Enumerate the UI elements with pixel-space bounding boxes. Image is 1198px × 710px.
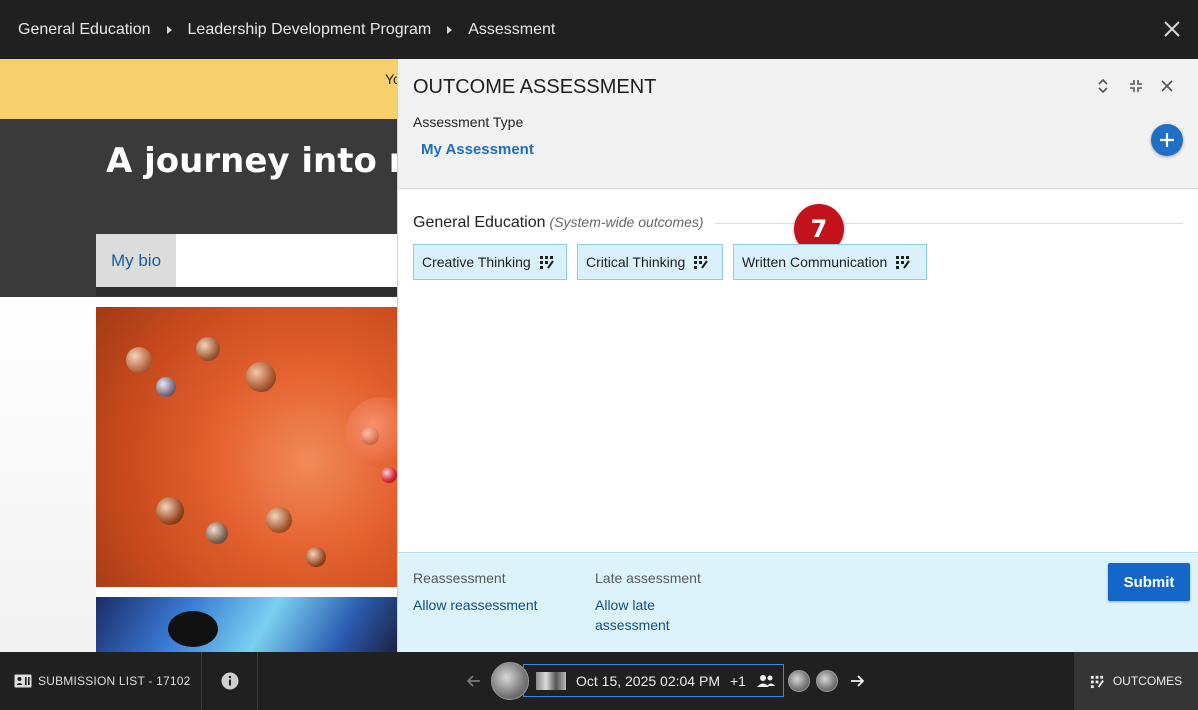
outcome-chip-critical-thinking[interactable]: Critical Thinking	[577, 244, 723, 280]
submit-button[interactable]: Submit	[1108, 563, 1190, 601]
panel-header: OUTCOME ASSESSMENT Assessment Type My As…	[398, 59, 1198, 189]
submission-thumbnail	[536, 671, 566, 690]
section-subtitle: (System-wide outcomes)	[549, 214, 704, 230]
outcomes-button[interactable]: OUTCOMES	[1074, 652, 1198, 710]
breadcrumb-general-education[interactable]: General Education	[18, 21, 151, 39]
add-assessment-button[interactable]	[1151, 124, 1183, 156]
outcome-assessment-panel: OUTCOME ASSESSMENT Assessment Type My As…	[397, 59, 1198, 652]
previous-arrow-icon[interactable]	[465, 672, 483, 690]
current-submission[interactable]: Oct 15, 2025 02:04 PM +1	[523, 664, 784, 697]
assessment-type-label: Assessment Type	[413, 114, 524, 130]
next-arrow-icon[interactable]	[848, 672, 866, 690]
bottom-bar: SUBMISSION LIST - 17102 Oct 15, 2025 02:…	[0, 652, 1198, 710]
outcomes-label: OUTCOMES	[1112, 674, 1183, 688]
assessment-type-link[interactable]: My Assessment	[421, 141, 534, 158]
id-card-icon	[14, 674, 32, 688]
expand-vertical-icon[interactable]	[1094, 77, 1112, 95]
rubric-icon	[896, 256, 911, 269]
group-icon	[756, 674, 775, 687]
top-bar: General Education Leadership Development…	[0, 0, 1198, 59]
info-icon	[221, 672, 238, 690]
breadcrumb-assessment: Assessment	[468, 20, 556, 38]
breadcrumb-program[interactable]: Leadership Development Program	[188, 21, 432, 39]
group-member-avatar[interactable]	[788, 670, 810, 692]
section-title: General Education	[413, 214, 546, 231]
rubric-icon	[1090, 675, 1104, 688]
hero-title: A journey into m	[106, 141, 425, 181]
rubric-icon	[694, 256, 709, 269]
outcome-chip-written-communication[interactable]: Written Communication	[733, 244, 927, 280]
close-icon[interactable]	[1162, 19, 1182, 39]
rubric-icon	[539, 256, 554, 269]
outcome-chip-label: Written Communication	[742, 254, 888, 270]
allow-reassessment-link[interactable]: Allow reassessment	[413, 595, 538, 615]
section-divider	[715, 223, 1183, 224]
allow-late-assessment-link[interactable]: Allow late assessment	[595, 595, 687, 635]
tab-my-bio[interactable]: My bio	[96, 234, 176, 287]
panel-footer: Reassessment Allow reassessment Late ass…	[398, 552, 1198, 652]
group-member-count: +1	[729, 672, 746, 689]
plus-icon	[1160, 133, 1174, 147]
breadcrumb-separator-icon	[447, 25, 453, 34]
group-member-avatar[interactable]	[816, 670, 838, 692]
outcome-chip-creative-thinking[interactable]: Creative Thinking	[413, 244, 567, 280]
close-panel-icon[interactable]	[1158, 77, 1176, 95]
outcome-chip-label: Critical Thinking	[586, 254, 686, 270]
page-margin	[0, 297, 96, 652]
submission-list-label: SUBMISSION LIST - 17102	[38, 674, 191, 688]
outcome-chip-label: Creative Thinking	[422, 254, 531, 270]
abstract-image	[96, 597, 398, 652]
late-assessment-label: Late assessment	[595, 570, 701, 586]
reassessment-label: Reassessment	[413, 570, 506, 586]
molecule-image	[96, 307, 398, 587]
submission-list-button[interactable]: SUBMISSION LIST - 17102	[0, 652, 202, 710]
info-button[interactable]	[202, 652, 258, 710]
submission-date: Oct 15, 2025 02:04 PM	[576, 672, 720, 689]
collapse-icon[interactable]	[1127, 77, 1145, 95]
breadcrumb-separator-icon	[166, 25, 172, 34]
panel-title: OUTCOME ASSESSMENT	[413, 76, 657, 98]
